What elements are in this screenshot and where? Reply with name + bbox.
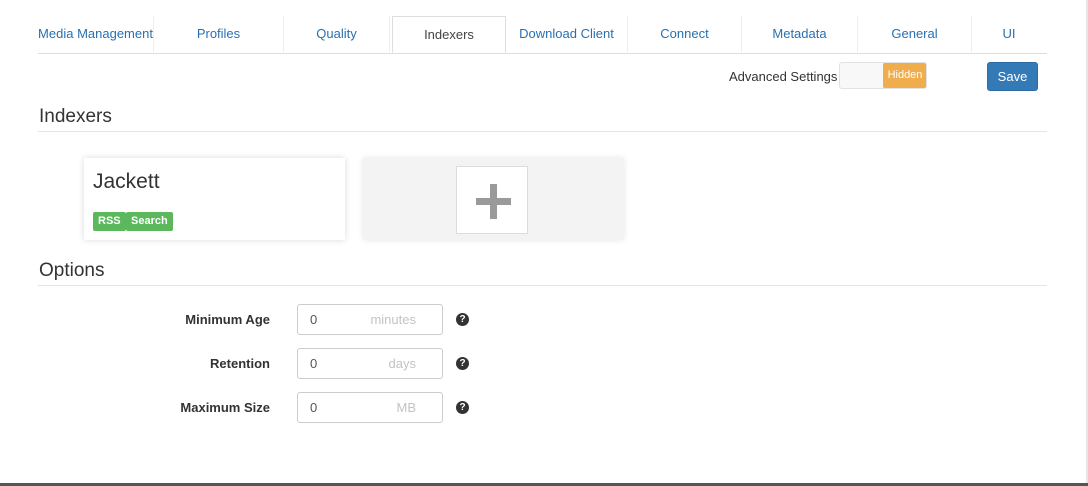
indexer-name: Jackett bbox=[93, 170, 160, 193]
add-indexer-card[interactable] bbox=[363, 158, 624, 240]
tab-profiles[interactable]: Profiles bbox=[154, 16, 284, 52]
minimum-age-input[interactable]: 0 minutes bbox=[297, 304, 443, 335]
maximum-size-value: 0 bbox=[310, 400, 318, 415]
tab-metadata[interactable]: Metadata bbox=[742, 16, 858, 52]
rss-badge: RSS bbox=[93, 212, 126, 231]
maximum-size-unit: MB bbox=[396, 400, 417, 415]
tab-download-client[interactable]: Download Client bbox=[506, 16, 628, 52]
retention-value: 0 bbox=[310, 356, 318, 371]
add-indexer-button[interactable] bbox=[456, 166, 528, 234]
advanced-settings-toggle[interactable]: Hidden bbox=[839, 62, 927, 89]
minimum-age-label: Minimum Age bbox=[185, 312, 270, 327]
advanced-settings-label: Advanced Settings bbox=[729, 69, 838, 84]
question-circle-icon[interactable]: ? bbox=[456, 313, 469, 326]
tab-ui[interactable]: UI bbox=[972, 16, 1046, 52]
tab-media-management[interactable]: Media Management bbox=[38, 16, 154, 52]
options-heading: Options bbox=[39, 260, 105, 281]
save-button[interactable]: Save bbox=[987, 62, 1038, 91]
minimum-age-unit: minutes bbox=[370, 312, 416, 327]
maximum-size-label: Maximum Size bbox=[180, 400, 270, 415]
divider bbox=[38, 131, 1047, 132]
tab-indexers[interactable]: Indexers bbox=[392, 16, 506, 53]
retention-label: Retention bbox=[210, 356, 270, 371]
divider bbox=[38, 285, 1047, 286]
question-circle-icon[interactable]: ? bbox=[456, 401, 469, 414]
indexer-card-jackett[interactable]: Jackett RSS Search bbox=[84, 158, 345, 240]
retention-input[interactable]: 0 days bbox=[297, 348, 443, 379]
question-circle-icon[interactable]: ? bbox=[456, 357, 469, 370]
tab-quality[interactable]: Quality bbox=[284, 16, 390, 52]
maximum-size-input[interactable]: 0 MB bbox=[297, 392, 443, 423]
search-badge: Search bbox=[126, 212, 173, 231]
retention-unit: days bbox=[388, 356, 416, 371]
settings-tabs: Media Management Profiles Quality Indexe… bbox=[38, 16, 1047, 54]
advanced-settings-state: Hidden bbox=[883, 63, 926, 88]
tab-connect[interactable]: Connect bbox=[628, 16, 742, 52]
minimum-age-value: 0 bbox=[310, 312, 318, 327]
tab-general[interactable]: General bbox=[858, 16, 972, 52]
indexers-heading: Indexers bbox=[39, 106, 112, 127]
